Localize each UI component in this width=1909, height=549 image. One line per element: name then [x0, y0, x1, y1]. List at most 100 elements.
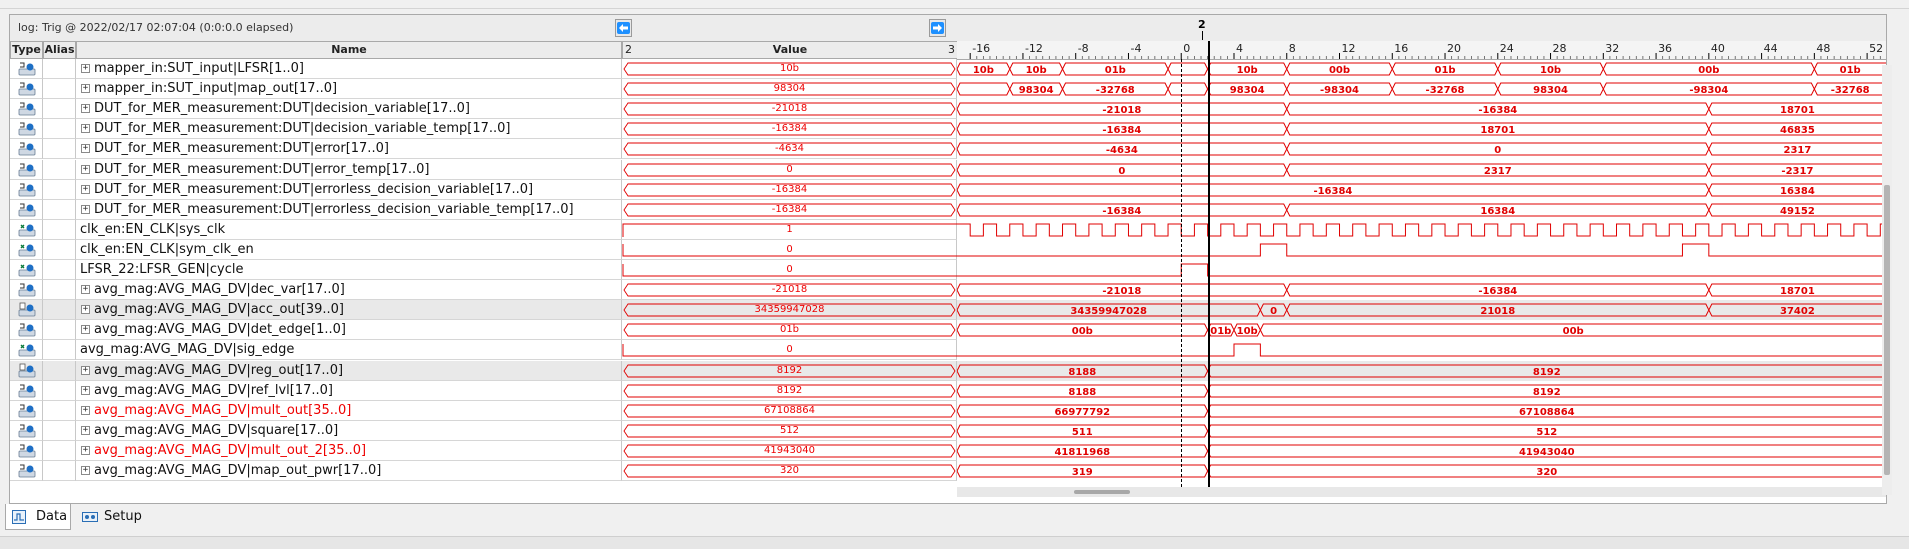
expand-toggle-icon[interactable]: + — [81, 204, 90, 214]
column-header-alias[interactable]: Alias — [43, 41, 76, 59]
waveform[interactable] — [957, 240, 1886, 260]
horizontal-scroll-thumb[interactable] — [1074, 490, 1130, 494]
vertical-scroll-thumb[interactable] — [1884, 185, 1890, 475]
signal-row[interactable]: + DUT_for_MER_measurement:DUT|decision_va… — [10, 119, 1886, 140]
type-cell — [10, 400, 43, 421]
signal-value: 0 — [786, 264, 793, 275]
waveform[interactable]: 0 2317 -2317 — [957, 160, 1886, 180]
time-ruler[interactable]: -16 -12 -8 -4 0 4 8 12 16 20 24 28 32 36 40 44 48 52 — [957, 41, 1886, 60]
signal-row[interactable]: + DUT_for_MER_measurement:DUT|errorless_d… — [10, 199, 1886, 220]
expand-toggle-icon[interactable]: + — [81, 104, 90, 114]
waveform[interactable]: -16384 16384 — [957, 180, 1886, 200]
signal-row[interactable]: + avg_mag:AVG_MAG_DV|ref_lvl[17..0] 8192 81… — [10, 380, 1886, 401]
expand-toggle-icon[interactable]: + — [81, 385, 90, 395]
signal-row[interactable]: + mapper_in:SUT_input|map_out[17..0] 98304… — [10, 79, 1886, 100]
signal-row[interactable]: + avg_mag:AVG_MAG_DV|mult_out_2[35..0] 419… — [10, 440, 1886, 461]
ruler-tick-label: 48 — [1816, 42, 1830, 55]
signal-row[interactable]: + DUT_for_MER_measurement:DUT|decision_va… — [10, 99, 1886, 120]
expand-toggle-icon[interactable]: + — [81, 425, 90, 435]
next-transition-button[interactable] — [929, 19, 946, 37]
signal-row[interactable]: avg_mag:AVG_MAG_DV|sig_edge 0 — [10, 340, 1886, 361]
bus-icon — [18, 424, 36, 438]
waveform[interactable]: 8188 8192 — [957, 381, 1886, 401]
expand-toggle-icon[interactable]: + — [81, 365, 90, 375]
expand-toggle-icon[interactable]: + — [81, 164, 90, 174]
waveform[interactable]: 8188 8192 — [957, 361, 1886, 381]
signal-row[interactable]: LFSR_22:LFSR_GEN|cycle 0 — [10, 260, 1886, 280]
expand-toggle-icon[interactable]: + — [81, 305, 90, 315]
waveform[interactable]: 34359947028 0 21018 37402 — [957, 300, 1886, 320]
type-cell — [10, 320, 43, 341]
expand-toggle-icon[interactable]: + — [81, 325, 90, 335]
signal-value: -21018 — [771, 103, 808, 115]
expand-toggle-icon[interactable]: + — [81, 84, 90, 94]
waveform[interactable]: 98304 -32768 98304 -98304 -32768 98304 -98304 -… — [957, 79, 1886, 99]
signal-row[interactable]: + DUT_for_MER_measurement:DUT|error_temp[… — [10, 159, 1886, 180]
signal-value: -4634 — [774, 143, 805, 155]
waveform[interactable]: -21018 -16384 18701 — [957, 280, 1886, 300]
expand-toggle-icon[interactable]: + — [81, 64, 90, 73]
waveform[interactable]: -16384 18701 46835 — [957, 119, 1886, 139]
signal-row[interactable]: + mapper_in:SUT_input|LFSR[1..0] 10b 10b 10b… — [10, 59, 1886, 79]
signal-row[interactable]: clk_en:EN_CLK|sys_clk 1 — [10, 219, 1886, 240]
waveform[interactable]: -16384 16384 49152 — [957, 200, 1886, 220]
time-cursor-line[interactable] — [1207, 41, 1210, 487]
ruler-tick-label: 44 — [1764, 42, 1778, 55]
signal-row[interactable]: + avg_mag:AVG_MAG_DV|map_out_pwr[17..0] 32… — [10, 461, 1886, 481]
column-header-value[interactable]: 2 Value 3 — [622, 41, 958, 59]
waveform[interactable]: -21018 -16384 18701 — [957, 99, 1886, 119]
bus-segment — [1167, 62, 1209, 76]
waveform[interactable]: -4634 0 2317 — [957, 139, 1886, 159]
signal-row[interactable]: + avg_mag:AVG_MAG_DV|reg_out[17..0] 8192 81… — [10, 360, 1886, 381]
waveform[interactable]: 00b 01b 10b 00b — [957, 320, 1886, 340]
waveform[interactable]: 66977792 67108864 — [957, 401, 1886, 421]
expand-toggle-icon[interactable]: + — [81, 124, 90, 134]
signal-name: avg_mag:AVG_MAG_DV|sig_edge — [80, 342, 295, 358]
signal-value: -16384 — [771, 123, 808, 135]
bit-icon — [18, 244, 36, 257]
waveform[interactable]: 10b 10b 01b 10b 00b 01b 10b 00b 01b — [957, 59, 1886, 79]
vertical-scrollbar[interactable] — [1882, 65, 1892, 495]
signal-row[interactable]: + avg_mag:AVG_MAG_DV|dec_var[17..0] -21018… — [10, 280, 1886, 301]
arrow-right-icon — [931, 22, 944, 34]
cursor-label[interactable]: 2 — [1198, 18, 1206, 31]
expand-toggle-icon[interactable]: + — [81, 184, 90, 194]
waveform[interactable]: 511 512 — [957, 421, 1886, 441]
type-cell — [10, 420, 43, 441]
signal-row[interactable]: + DUT_for_MER_measurement:DUT|errorless_d… — [10, 179, 1886, 200]
signal-row[interactable]: + avg_mag:AVG_MAG_DV|det_edge[1..0] 01b 00b… — [10, 320, 1886, 341]
signal-row[interactable]: + avg_mag:AVG_MAG_DV|mult_out[35..0] 67108… — [10, 400, 1886, 421]
name-cell: + avg_mag:AVG_MAG_DV|mult_out_2[35..0] — [76, 440, 622, 461]
waveform[interactable] — [957, 260, 1886, 280]
tab-data[interactable]: Data — [5, 504, 71, 530]
waveform[interactable]: 319 320 — [957, 461, 1886, 481]
horizontal-scrollbar[interactable] — [957, 487, 1886, 497]
tab-setup[interactable]: Setup — [78, 504, 148, 530]
signal-row[interactable]: + DUT_for_MER_measurement:DUT|error[17..0… — [10, 139, 1886, 160]
signal-row[interactable]: + avg_mag:AVG_MAG_DV|acc_out[39..0] 343599… — [10, 300, 1886, 321]
waveform[interactable] — [957, 220, 1886, 240]
signal-value: 67108864 — [764, 404, 815, 416]
previous-transition-button[interactable] — [615, 19, 632, 37]
alias-cell — [43, 400, 76, 421]
value-cell: -4634 — [622, 139, 957, 160]
expand-toggle-icon[interactable]: + — [81, 144, 90, 154]
bus-segment-label: 8192 — [1533, 367, 1561, 378]
waveform[interactable]: 41811968 41943040 — [957, 441, 1886, 461]
type-cell — [10, 199, 43, 220]
expand-toggle-icon[interactable]: + — [81, 285, 90, 295]
signal-name: DUT_for_MER_measurement:DUT|decision_var… — [94, 121, 511, 137]
waveform[interactable] — [957, 340, 1886, 360]
expand-toggle-icon[interactable]: + — [81, 466, 90, 475]
name-cell: clk_en:EN_CLK|sys_clk — [76, 219, 622, 240]
signal-value: 98304 — [773, 83, 806, 95]
column-header-name[interactable]: Name — [76, 41, 622, 59]
signal-row[interactable]: + avg_mag:AVG_MAG_DV|square[17..0] 512 511 5… — [10, 420, 1886, 441]
expand-toggle-icon[interactable]: + — [81, 405, 90, 415]
value-cell: 320 — [622, 461, 957, 481]
expand-toggle-icon[interactable]: + — [81, 445, 90, 455]
signal-row[interactable]: clk_en:EN_CLK|sym_clk_en 0 — [10, 239, 1886, 260]
column-header-type[interactable]: Type — [10, 41, 43, 59]
type-cell — [10, 300, 43, 321]
ruler-tick-label: 28 — [1553, 42, 1567, 55]
